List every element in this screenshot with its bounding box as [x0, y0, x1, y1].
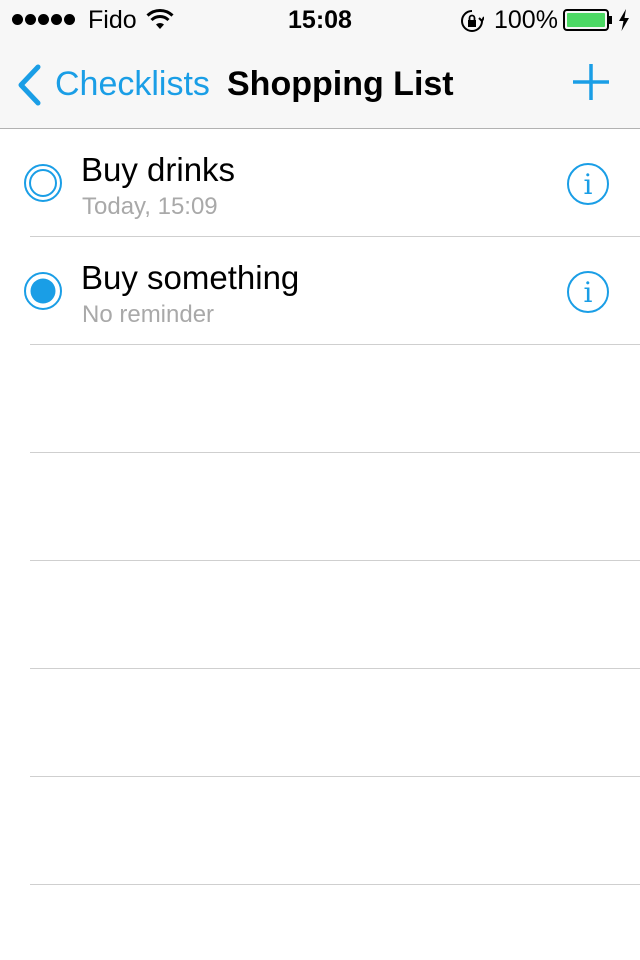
- battery-icon: [563, 9, 612, 31]
- battery-percentage: 100%: [494, 6, 558, 34]
- unchecked-circle-icon[interactable]: [23, 163, 63, 203]
- info-icon[interactable]: i: [566, 162, 610, 206]
- empty-row: [30, 453, 640, 561]
- back-chevron-icon[interactable]: [16, 64, 42, 106]
- navigation-bar: Checklists Shopping List: [0, 40, 640, 129]
- plus-icon[interactable]: [571, 62, 611, 102]
- item-title: Buy drinks: [81, 151, 236, 188]
- checklist: Buy drinks Today, 15:09 i Buy something …: [0, 129, 640, 885]
- svg-text:i: i: [584, 276, 593, 309]
- back-button[interactable]: Checklists: [55, 65, 210, 104]
- checked-circle-icon[interactable]: [23, 271, 63, 311]
- page-title: Shopping List: [227, 65, 454, 103]
- empty-row: [30, 561, 640, 669]
- rotation-lock-icon: [461, 10, 484, 32]
- charging-icon: [619, 9, 629, 31]
- list-item[interactable]: Buy drinks Today, 15:09 i: [24, 129, 640, 237]
- item-reminder: No reminder: [82, 301, 215, 328]
- svg-text:i: i: [584, 168, 593, 201]
- empty-row: [30, 777, 640, 885]
- list-item[interactable]: Buy something No reminder i: [24, 237, 640, 345]
- empty-row: [30, 345, 640, 453]
- item-reminder: Today, 15:09: [82, 193, 218, 220]
- item-title: Buy something: [81, 259, 300, 296]
- info-icon[interactable]: i: [566, 270, 610, 314]
- empty-row: [30, 669, 640, 777]
- status-bar: Fido 15:08 100%: [0, 0, 640, 40]
